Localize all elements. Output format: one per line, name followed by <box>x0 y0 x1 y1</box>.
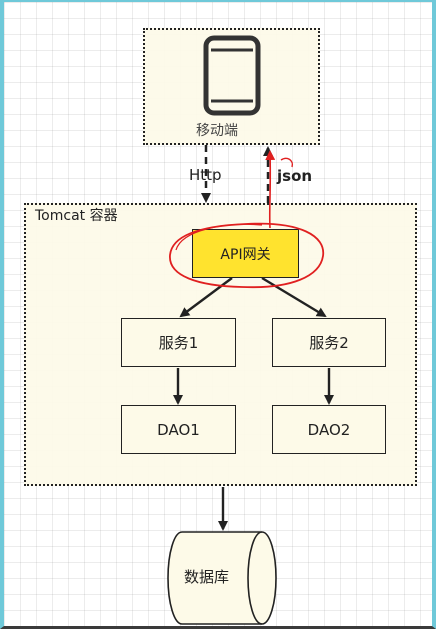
response-annotation-tick <box>280 157 294 168</box>
dao2-node: DAO2 <box>272 405 386 454</box>
service2-label: 服务2 <box>309 334 349 352</box>
api-gateway-node: API网关 <box>192 229 299 278</box>
database-label: 数据库 <box>184 568 230 586</box>
phone-icon <box>203 35 261 116</box>
api-gateway-label: API网关 <box>220 246 271 263</box>
dao2-label: DAO2 <box>307 420 351 439</box>
response-annotation-stroke <box>265 150 276 229</box>
http-edge-label: Http <box>189 166 222 184</box>
diagram-edges <box>167 35 334 625</box>
tomcat-container-label: Tomcat 容器 <box>35 208 118 224</box>
service1-label: 服务1 <box>158 334 199 352</box>
service2-node: 服务2 <box>272 318 386 367</box>
client-label: 移动端 <box>196 123 238 139</box>
gateway-to-service1-arrow <box>179 277 233 318</box>
json-edge-label: json <box>277 167 313 185</box>
dao1-node: DAO1 <box>121 405 236 454</box>
gateway-to-service2-arrow <box>261 276 327 318</box>
dao1-label: DAO1 <box>157 420 200 439</box>
service1-node: 服务1 <box>121 318 236 367</box>
